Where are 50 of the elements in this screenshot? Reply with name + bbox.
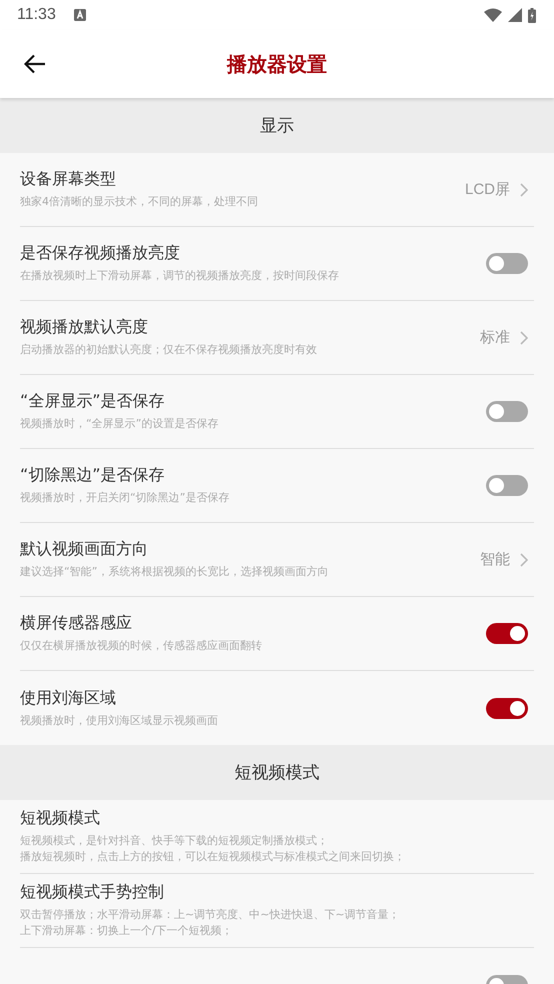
chevron-icon [520,182,528,196]
setting-title: 使用刘海区域 [20,688,117,708]
settings-row[interactable]: 视频播放默认亮度 启动播放器的初始默认亮度；仅在不保存视频播放亮度时有效 标准 [20,301,534,375]
settings-row[interactable]: 短视频模式手势控制 双击暂停播放；水平滑动屏幕：上~调节亮度、中~快进快退、下~调节音量； 上下滑动屏幕：切换上一个/下一个短视频； [20,874,534,948]
signal-icon [508,8,522,22]
setting-title: 默认视频画面方向 [20,539,149,560]
setting-description: 视频播放时，“全屏显示”的设置是否保存 [20,416,220,432]
toggle-switch[interactable] [486,698,528,718]
status-time: 11:33 [17,6,56,24]
setting-value: 智能 [480,550,510,569]
setting-title: “切除黑边”是否保存 [20,465,166,486]
setting-title: 是否保存视频播放亮度 [20,243,181,264]
section-header: 短视频模式 [0,745,554,800]
setting-title: 视频播放默认亮度 [20,317,149,338]
setting-description: 在播放视频时上下滑动屏幕，调节的视频播放亮度，按时间段保存 [20,268,340,284]
setting-title: “全屏显示”是否保存 [20,391,166,412]
setting-value: LCD屏 [464,180,510,199]
wifi-icon [484,8,502,22]
setting-description: 视频播放时，开启关闭“切除黑边”是否保存 [20,490,230,506]
setting-title: 横屏传感器感应 [20,613,133,634]
settings-row[interactable]: 设备屏幕类型 独家4倍清晰的显示技术，不同的屏幕，处理不同 LCD屏 [20,153,534,227]
page-title: 播放器设置 [227,50,327,78]
setting-title: 短视频模式手势控制 [20,882,165,903]
setting-value: 标准 [480,328,510,347]
settings-row[interactable]: 使用刘海区域 视频播放时，使用刘海区域显示视频画面 [20,671,534,745]
setting-description: 短视频模式，是针对抖音、快手等下载的短视频定制播放模式； 播放短视频时，点击上方的按钮，可以在短视频模式与标准模式之间来回切换； [20,833,406,865]
setting-description: 建议选择“智能”，系统将根据视频的长宽比，选择视频画面方向 [20,564,330,580]
battery-icon [528,8,536,22]
toggle-switch[interactable] [486,475,528,496]
toggle-switch[interactable] [486,253,528,274]
settings-row[interactable]: 短视频模式 短视频模式，是针对抖音、快手等下载的短视频定制播放模式； 播放短视频时，点击上方的按钮，可以在短视频模式与标准模式之间来回切换； [20,800,534,874]
setting-description: 独家4倍清晰的显示技术，不同的屏幕，处理不同 [20,194,259,210]
notification-icon [74,9,86,21]
settings-row[interactable]: 是否保存视频播放亮度 在播放视频时上下滑动屏幕，调节的视频播放亮度，按时间段保存 [20,227,534,301]
setting-description: 启动播放器的初始默认亮度；仅在不保存视频播放亮度时有效 [20,342,318,358]
setting-title: 设备屏幕类型 [20,169,117,190]
settings-row[interactable]: 横屏传感器感应 仅仅在横屏播放视频的时候，传感器感应画面翻转 [20,597,534,671]
settings-row[interactable]: 默认视频画面方向 建议选择“智能”，系统将根据视频的长宽比，选择视频画面方向 智能 [20,523,534,597]
section-header: 显示 [0,98,554,153]
setting-title: 短视频模式 [20,808,101,829]
back-icon[interactable] [24,54,46,74]
setting-description: 双击暂停播放；水平滑动屏幕：上~调节亮度、中~快进快退、下~调节音量； 上下滑动屏幕：切换上一个/下一个短视频； [20,907,401,939]
chevron-icon [520,330,528,344]
settings-row[interactable]: “全屏显示”是否保存 视频播放时，“全屏显示”的设置是否保存 [20,375,534,449]
toggle-switch[interactable] [486,401,528,422]
setting-description: 仅仅在横屏播放视频的时候，传感器感应画面翻转 [20,638,263,654]
chevron-icon [520,552,528,566]
setting-description: 视频播放时，使用刘海区域显示视频画面 [20,712,219,728]
toggle-switch[interactable] [486,623,528,644]
settings-row[interactable]: “切除黑边”是否保存 视频播放时，开启关闭“切除黑边”是否保存 [20,449,534,523]
